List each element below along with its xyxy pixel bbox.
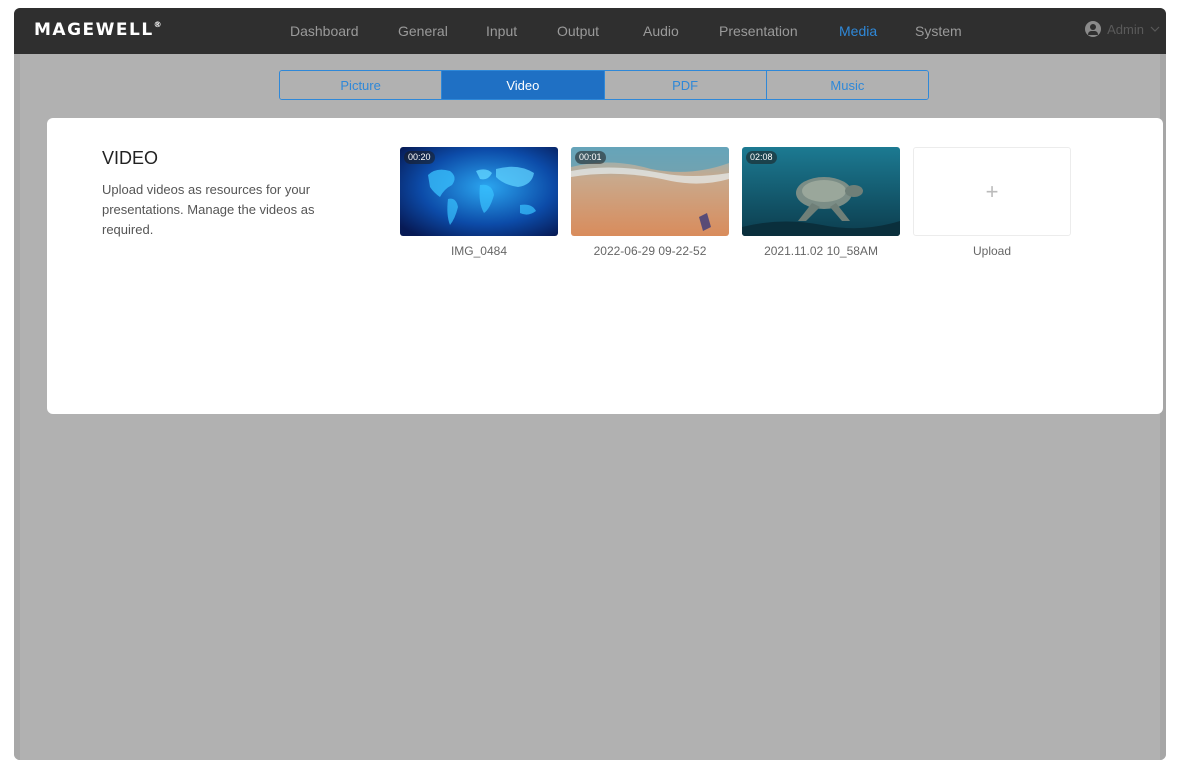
video-duration: 02:08 <box>746 151 777 164</box>
video-name: 2022-06-29 09-22-52 <box>593 244 707 258</box>
nav-presentation[interactable]: Presentation <box>719 23 798 39</box>
tab-picture[interactable]: Picture <box>280 71 443 99</box>
upload-label: Upload <box>972 244 1012 258</box>
user-icon <box>1085 21 1102 37</box>
left-edge <box>14 54 20 760</box>
tab-video[interactable]: Video <box>442 71 605 99</box>
video-duration: 00:20 <box>404 151 435 164</box>
nav-general[interactable]: General <box>398 23 448 39</box>
video-name: IMG_0484 <box>450 244 508 258</box>
tab-pdf[interactable]: PDF <box>604 71 767 99</box>
upload-button[interactable]: + <box>913 147 1071 236</box>
section-title: VIDEO <box>102 148 159 168</box>
video-item[interactable]: 02:08 2021.11.02 10_58AM <box>742 147 900 258</box>
nav-system[interactable]: System <box>915 23 962 39</box>
chevron-down-icon <box>1150 26 1160 32</box>
media-type-tabs: Picture Video PDF Music <box>279 70 929 100</box>
main-nav: Dashboard General Input Output Audio Pre… <box>14 8 1166 54</box>
video-thumbnail-turtle[interactable]: 02:08 <box>742 147 900 236</box>
video-item[interactable]: 00:20 IMG_0484 <box>400 147 558 258</box>
tab-music[interactable]: Music <box>766 71 928 99</box>
upload-item[interactable]: + Upload <box>913 147 1071 258</box>
nav-input[interactable]: Input <box>486 23 517 39</box>
user-name: Admin <box>1107 21 1144 37</box>
video-duration: 00:01 <box>575 151 606 164</box>
video-item[interactable]: 00:01 2022-06-29 09-22-52 <box>571 147 729 258</box>
video-thumbnail-beach[interactable]: 00:01 <box>571 147 729 236</box>
video-name: 2021.11.02 10_58AM <box>764 244 878 258</box>
section-description: Upload videos as resources for your pres… <box>102 182 315 237</box>
nav-audio[interactable]: Audio <box>643 23 679 39</box>
top-navigation-bar: MAGEWELL® Dashboard General Input Output… <box>14 8 1166 54</box>
nav-output[interactable]: Output <box>557 23 599 39</box>
nav-media[interactable]: Media <box>839 23 877 39</box>
app-window: MAGEWELL® Dashboard General Input Output… <box>14 8 1166 760</box>
video-panel: VIDEO Upload videos as resources for you… <box>47 118 1163 414</box>
plus-icon: + <box>985 178 999 204</box>
user-menu[interactable]: Admin <box>1085 21 1160 37</box>
video-thumbnail-world-map[interactable]: 00:20 <box>400 147 558 236</box>
nav-dashboard[interactable]: Dashboard <box>290 23 359 39</box>
